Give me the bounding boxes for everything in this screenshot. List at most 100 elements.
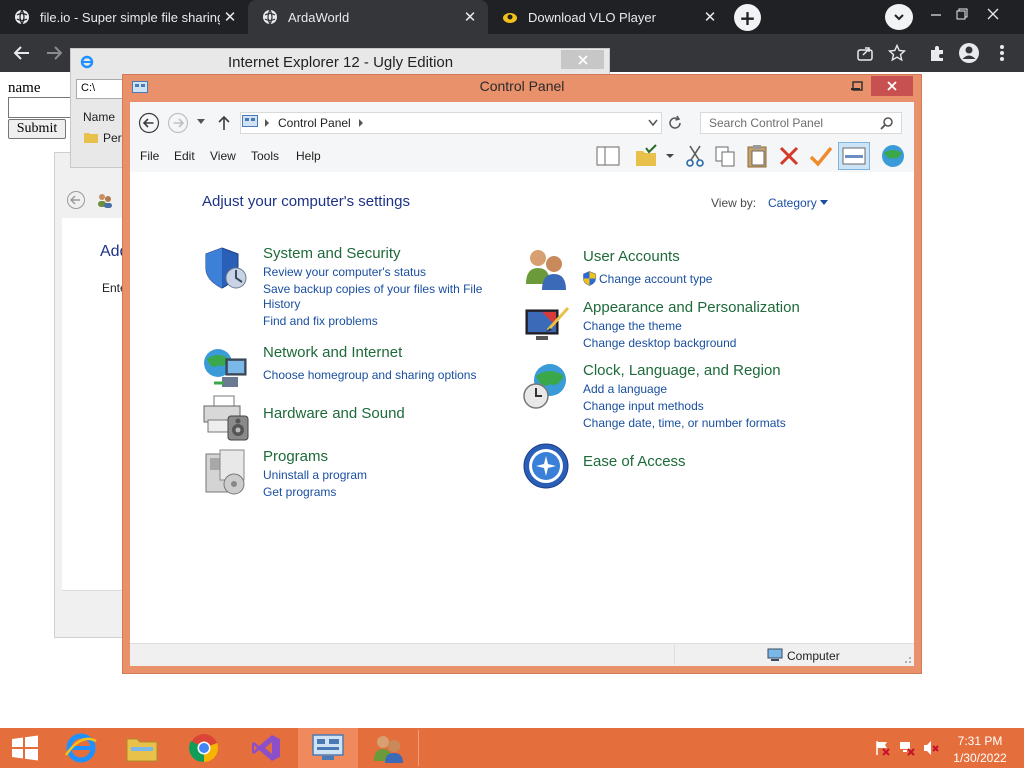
internet-globe-icon[interactable]: [880, 143, 906, 169]
link-review-status[interactable]: Review your computer's status: [263, 265, 426, 279]
copy-icon[interactable]: [714, 145, 736, 167]
breadcrumb-control-panel[interactable]: Control Panel: [278, 116, 351, 130]
cut-icon[interactable]: [685, 145, 705, 167]
link-change-date-time-formats[interactable]: Change date, time, or number formats: [583, 416, 786, 430]
delete-icon[interactable]: [778, 145, 800, 167]
menu-view[interactable]: View: [210, 149, 236, 163]
control-panel-taskbar-button[interactable]: [298, 728, 358, 768]
breadcrumb-chevron-icon[interactable]: [264, 119, 270, 127]
page-heading: Adjust your computer's settings: [202, 193, 410, 210]
share-button[interactable]: [853, 41, 877, 65]
tab-ardaworld[interactable]: ArdaWorld ✕: [248, 0, 488, 34]
link-find-fix-problems[interactable]: Find and fix problems: [263, 314, 378, 328]
category-system-security[interactable]: System and Security: [263, 245, 401, 262]
submit-button[interactable]: Submit: [8, 119, 66, 139]
clock-time[interactable]: 7:31 PM: [950, 734, 1010, 748]
ie-close-button[interactable]: [561, 50, 604, 69]
link-get-programs[interactable]: Get programs: [263, 485, 336, 499]
network-tray-icon[interactable]: [899, 740, 915, 756]
tab-close-icon[interactable]: ✕: [220, 7, 240, 27]
extensions-button[interactable]: [925, 41, 949, 65]
up-arrow-icon[interactable]: [216, 114, 232, 132]
control-panel-icon: [312, 734, 344, 760]
tab-vlo-player[interactable]: Download VLO Player ✕: [488, 0, 728, 34]
checkmark-icon[interactable]: [809, 144, 833, 168]
name-input[interactable]: [8, 97, 74, 118]
properties-button[interactable]: [838, 142, 870, 170]
category-hardware-sound[interactable]: Hardware and Sound: [263, 405, 405, 422]
more-vert-icon: [1000, 45, 1004, 61]
category-ease-of-access[interactable]: Ease of Access: [583, 453, 686, 470]
category-programs[interactable]: Programs: [263, 448, 328, 465]
link-save-backup-history[interactable]: History: [263, 297, 300, 311]
recent-dropdown-icon[interactable]: [196, 118, 206, 126]
chevron-down-icon[interactable]: [820, 200, 828, 206]
restore-icon: [956, 8, 968, 20]
preview-pane-icon[interactable]: [596, 145, 620, 167]
browser-tab-strip: file.io - Super simple file sharing ✕ Ar…: [0, 0, 1024, 34]
chrome-taskbar-button[interactable]: [174, 728, 234, 768]
explorer-taskbar-button[interactable]: [112, 728, 172, 768]
ie-address-field[interactable]: C:\: [76, 79, 124, 99]
menu-file[interactable]: File: [140, 149, 159, 163]
chrome-icon: [189, 734, 219, 763]
profile-button[interactable]: [957, 41, 981, 65]
menu-edit[interactable]: Edit: [174, 149, 195, 163]
refresh-icon[interactable]: [667, 115, 683, 131]
menu-button[interactable]: [990, 41, 1014, 65]
search-placeholder[interactable]: Search Control Panel: [709, 116, 823, 130]
view-by-dropdown[interactable]: Category: [768, 196, 817, 210]
view-by-label: View by:: [711, 196, 757, 210]
link-change-account-type[interactable]: Change account type: [599, 272, 712, 286]
link-save-backup[interactable]: Save backup copies of your files with Fi…: [263, 282, 482, 296]
category-appearance[interactable]: Appearance and Personalization: [583, 299, 800, 316]
category-clock-language-region[interactable]: Clock, Language, and Region: [583, 362, 781, 379]
action-center-flag-icon[interactable]: [874, 740, 890, 756]
menu-tools[interactable]: Tools: [251, 149, 279, 163]
tab-close-icon[interactable]: ✕: [460, 7, 480, 27]
resize-grip-icon[interactable]: [902, 654, 912, 664]
cp-maximize-button[interactable]: [848, 78, 866, 94]
link-change-theme[interactable]: Change the theme: [583, 319, 682, 333]
folder-check-icon[interactable]: [634, 144, 660, 168]
ie-taskbar-button[interactable]: [51, 728, 111, 768]
restore-button[interactable]: [947, 0, 977, 28]
tab-label: file.io - Super simple file sharing: [40, 9, 220, 25]
link-homegroup-sharing[interactable]: Choose homegroup and sharing options: [263, 368, 476, 382]
start-button[interactable]: [0, 728, 50, 768]
search-icon[interactable]: [880, 116, 894, 130]
bookmark-button[interactable]: [885, 41, 909, 65]
name-label: name: [8, 80, 41, 96]
close-window-button[interactable]: [978, 0, 1008, 28]
clock-date[interactable]: 1/30/2022: [950, 751, 1010, 765]
category-user-accounts[interactable]: User Accounts: [583, 248, 680, 265]
tab-file-io[interactable]: file.io - Super simple file sharing ✕: [0, 0, 248, 34]
category-network-internet[interactable]: Network and Internet: [263, 344, 402, 361]
properties-icon: [842, 147, 866, 165]
paste-icon[interactable]: [746, 143, 770, 169]
link-add-language[interactable]: Add a language: [583, 382, 667, 396]
tab-search-button[interactable]: [885, 4, 913, 30]
computer-icon: [767, 648, 783, 661]
back-arrow-icon[interactable]: [66, 190, 86, 210]
control-panel-title: Control Panel: [479, 78, 565, 94]
arrow-left-icon: [13, 46, 29, 60]
new-tab-button[interactable]: +: [734, 4, 761, 31]
menu-help[interactable]: Help: [296, 149, 321, 163]
back-arrow-icon[interactable]: [138, 112, 160, 134]
forward-button[interactable]: [42, 41, 66, 65]
breadcrumb-chevron-icon[interactable]: [358, 119, 364, 127]
link-uninstall-program[interactable]: Uninstall a program: [263, 468, 367, 482]
visual-studio-taskbar-button[interactable]: [236, 728, 296, 768]
ie-column-name[interactable]: Name: [83, 110, 115, 124]
forward-arrow-icon[interactable]: [167, 112, 189, 134]
address-dropdown-icon[interactable]: [648, 119, 658, 127]
cp-close-button[interactable]: [871, 76, 913, 96]
link-change-input-methods[interactable]: Change input methods: [583, 399, 704, 413]
volume-muted-icon[interactable]: [923, 740, 939, 756]
link-change-desktop-background[interactable]: Change desktop background: [583, 336, 736, 350]
tab-close-icon[interactable]: ✕: [700, 7, 720, 27]
user-accounts-taskbar-button[interactable]: [358, 728, 418, 768]
chevron-down-icon[interactable]: [665, 153, 675, 159]
back-button[interactable]: [10, 41, 34, 65]
